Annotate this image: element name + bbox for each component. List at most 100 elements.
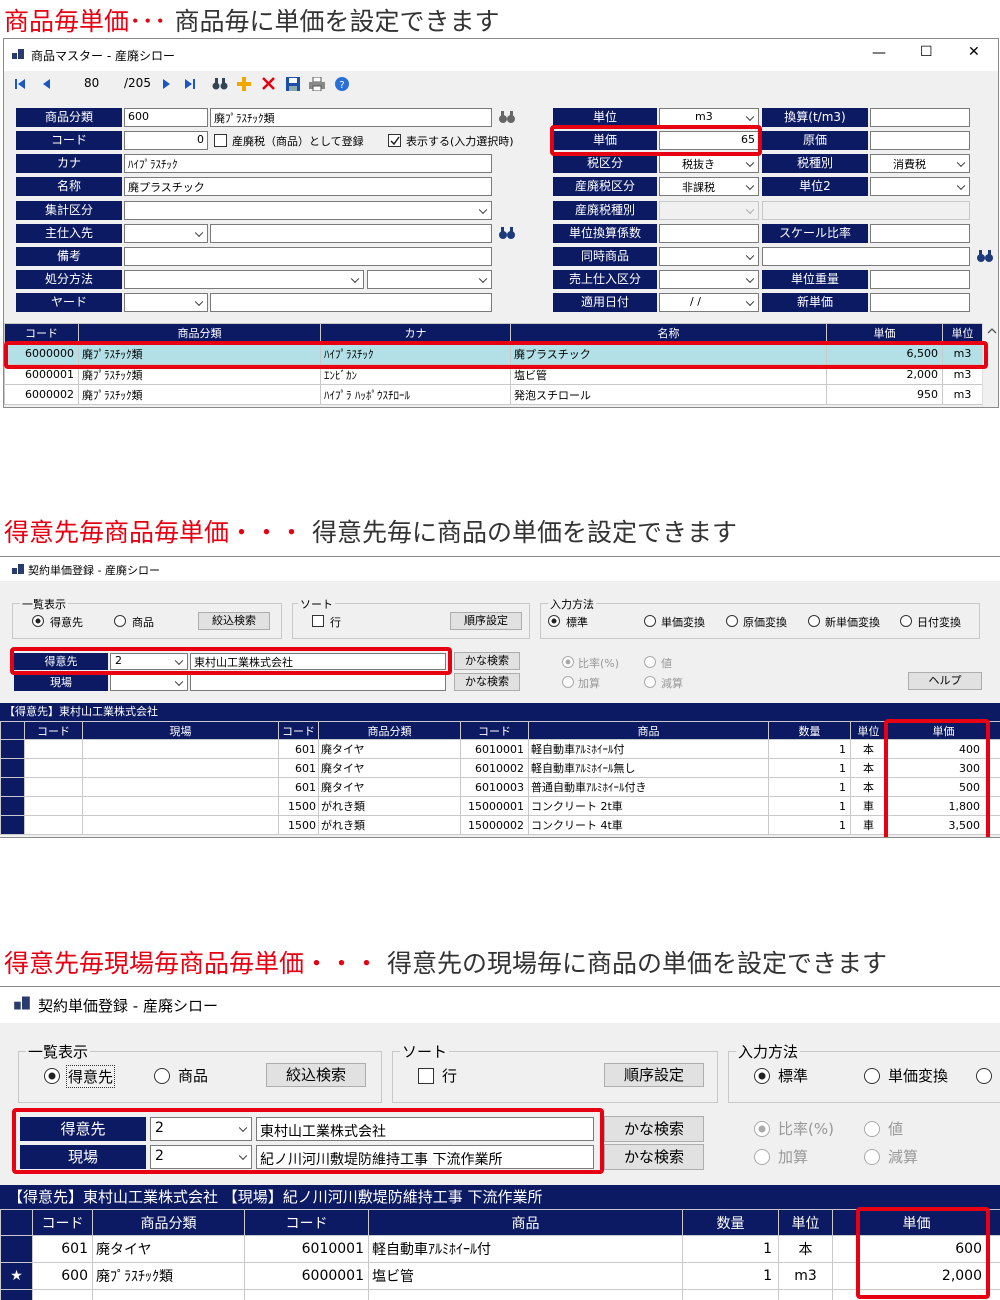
- col-header-category[interactable]: 商品分類: [78, 323, 321, 343]
- industrial-tax-class-select[interactable]: 非課税: [659, 177, 759, 196]
- table-row[interactable]: 1500 がれき類 15000002 コンクリート 4t車 1 車 3,500: [0, 815, 1000, 835]
- table-row[interactable]: ★ 600 廃ﾌﾟﾗｽﾁｯｸ類 6000001 塩ビ管 1 m3 2,000: [0, 1262, 1000, 1290]
- prev-record-icon[interactable]: [41, 78, 51, 90]
- table-row[interactable]: [0, 1289, 1000, 1300]
- yard-name-input[interactable]: [210, 293, 492, 312]
- col-header-category[interactable]: 商品分類: [92, 1209, 245, 1236]
- col-header-product-code[interactable]: コード: [244, 1209, 369, 1236]
- radio-product[interactable]: [154, 1068, 170, 1084]
- radio-ratio[interactable]: [562, 656, 574, 668]
- customer-code-select[interactable]: 2: [110, 653, 188, 670]
- table-row[interactable]: 601 廃タイヤ 6010003 普通自動車ｱﾙﾐﾎｲｰﾙ付き 1 本 500: [0, 777, 1000, 797]
- col-header-kana[interactable]: カナ: [320, 323, 511, 343]
- product-category-search-icon[interactable]: [498, 110, 516, 124]
- row-selector[interactable]: [0, 815, 25, 835]
- radio-add[interactable]: [754, 1149, 770, 1165]
- col-header-quantity[interactable]: 数量: [682, 1209, 779, 1236]
- col-header-price[interactable]: 単価: [832, 1209, 1000, 1236]
- last-record-icon[interactable]: [184, 78, 196, 90]
- apply-date-picker[interactable]: / /: [659, 293, 759, 312]
- row-selector[interactable]: [0, 758, 25, 778]
- site-code-select[interactable]: [110, 674, 188, 691]
- filter-search-button[interactable]: 絞込検索: [266, 1063, 366, 1087]
- customer-kana-search-button[interactable]: かな検索: [454, 652, 520, 670]
- delete-icon[interactable]: [262, 77, 275, 90]
- unit-weight-input[interactable]: [870, 270, 970, 289]
- unit2-select[interactable]: [870, 177, 970, 196]
- sort-row-checkbox[interactable]: [418, 1068, 434, 1084]
- row-selector[interactable]: [0, 739, 25, 759]
- search-icon[interactable]: [212, 77, 228, 91]
- site-kana-search-button[interactable]: かな検索: [454, 673, 520, 691]
- col-header-code[interactable]: コード: [4, 323, 79, 343]
- conversion-input[interactable]: [870, 108, 970, 127]
- radio-ratio[interactable]: [754, 1121, 770, 1137]
- col-header-price[interactable]: 単価: [886, 721, 1000, 740]
- customer-name-input[interactable]: 東村山工業株式会社: [256, 1117, 594, 1141]
- table-row[interactable]: 6000002 廃ﾌﾟﾗｽﾁｯｸ類 ﾊｲﾌﾟﾗ ﾊｯﾎﾟｳｽﾁﾛｰﾙ 発泡スチロ…: [4, 384, 983, 405]
- disposal-select[interactable]: [124, 270, 364, 289]
- new-row-star-icon[interactable]: ★: [0, 1262, 33, 1290]
- radio-subtract[interactable]: [644, 676, 656, 688]
- minimize-button[interactable]: —: [872, 45, 886, 61]
- cost-input[interactable]: [870, 131, 970, 150]
- first-record-icon[interactable]: [14, 78, 26, 90]
- radio-customer[interactable]: [32, 615, 44, 627]
- kana-input[interactable]: ﾊｲﾌﾟﾗｽﾁｯｸ: [124, 154, 492, 173]
- col-header-category[interactable]: 商品分類: [318, 721, 461, 740]
- industrial-tax-checkbox[interactable]: [214, 134, 227, 147]
- name-input[interactable]: 廃プラスチック: [124, 177, 492, 196]
- radio-unit-price-convert[interactable]: [864, 1068, 880, 1084]
- simultaneous-product-select[interactable]: [659, 247, 759, 266]
- table-scrollbar[interactable]: [982, 323, 998, 407]
- radio-standard[interactable]: [548, 615, 560, 627]
- table-row[interactable]: 601 廃タイヤ 6010001 軽自動車ｱﾙﾐﾎｲｰﾙ付 1 本 400: [0, 739, 1000, 759]
- col-header-category-code[interactable]: コード: [32, 1209, 93, 1236]
- radio-value[interactable]: [644, 656, 656, 668]
- col-header-quantity[interactable]: 数量: [768, 721, 851, 740]
- supplier-name-input[interactable]: [210, 224, 492, 243]
- tax-class-select[interactable]: 税抜き: [659, 154, 759, 173]
- unit-select[interactable]: m3: [659, 108, 759, 127]
- radio-date-convert[interactable]: [900, 615, 912, 627]
- col-header-site[interactable]: 現場: [82, 721, 279, 740]
- radio-cost-convert[interactable]: [976, 1068, 992, 1084]
- order-setting-button[interactable]: 順序設定: [450, 612, 522, 630]
- col-header-product-code[interactable]: コード: [460, 721, 529, 740]
- table-row[interactable]: 6000001 廃ﾌﾟﾗｽﾁｯｸ類 ｴﾝﾋﾞｶﾝ 塩ビ管 2,000 m3: [4, 364, 983, 385]
- order-setting-button[interactable]: 順序設定: [604, 1063, 704, 1087]
- help-button[interactable]: ヘルプ: [908, 672, 982, 690]
- col-header-name[interactable]: 名称: [510, 323, 827, 343]
- table-row[interactable]: 1500 がれき類 15000001 コンクリート 2t車 1 車 1,800: [0, 796, 1000, 816]
- sort-row-checkbox[interactable]: [312, 615, 324, 627]
- row-selector[interactable]: [0, 796, 25, 816]
- maximize-button[interactable]: ☐: [920, 44, 933, 60]
- tax-type-select[interactable]: 消費税: [870, 154, 970, 173]
- product-category-name-input[interactable]: 廃ﾌﾟﾗｽﾁｯｸ類: [210, 108, 492, 127]
- site-name-input[interactable]: 紀ノ川河川敷堤防維持工事 下流作業所: [256, 1145, 594, 1169]
- product-category-code-input[interactable]: 600: [124, 108, 208, 127]
- table-row[interactable]: 601 廃タイヤ 6010002 軽自動車ｱﾙﾐﾎｲｰﾙ無し 1 本 300: [0, 758, 1000, 778]
- site-kana-search-button[interactable]: かな検索: [604, 1144, 704, 1170]
- display-checkbox[interactable]: [388, 134, 401, 147]
- table-row[interactable]: 6000000 廃ﾌﾟﾗｽﾁｯｸ類 ﾊｲﾌﾟﾗｽﾁｯｸ 廃プラスチック 6,50…: [4, 342, 983, 365]
- note-input[interactable]: [124, 247, 492, 266]
- customer-name-input[interactable]: 東村山工業株式会社: [190, 653, 446, 670]
- add-icon[interactable]: [237, 77, 251, 91]
- unit-conversion-coef-input[interactable]: [659, 224, 759, 243]
- new-unit-price-input[interactable]: [870, 293, 970, 312]
- next-record-icon[interactable]: [162, 78, 172, 90]
- col-header-product[interactable]: 商品: [528, 721, 769, 740]
- radio-cost-convert[interactable]: [726, 615, 738, 627]
- col-header-site-code[interactable]: コード: [24, 721, 83, 740]
- close-button[interactable]: ✕: [968, 44, 980, 60]
- supplier-select[interactable]: [124, 224, 208, 243]
- industrial-tax-type-select[interactable]: [659, 201, 759, 220]
- code-input[interactable]: 0: [124, 131, 208, 150]
- disposal-sub-select[interactable]: [367, 270, 492, 289]
- col-header-unit[interactable]: 単位: [942, 323, 983, 343]
- radio-add[interactable]: [562, 676, 574, 688]
- table-row[interactable]: 601 廃タイヤ 6010001 軽自動車ｱﾙﾐﾎｲｰﾙ付 1 本 600: [0, 1235, 1000, 1263]
- radio-product[interactable]: [114, 615, 126, 627]
- radio-new-price-convert[interactable]: [808, 615, 820, 627]
